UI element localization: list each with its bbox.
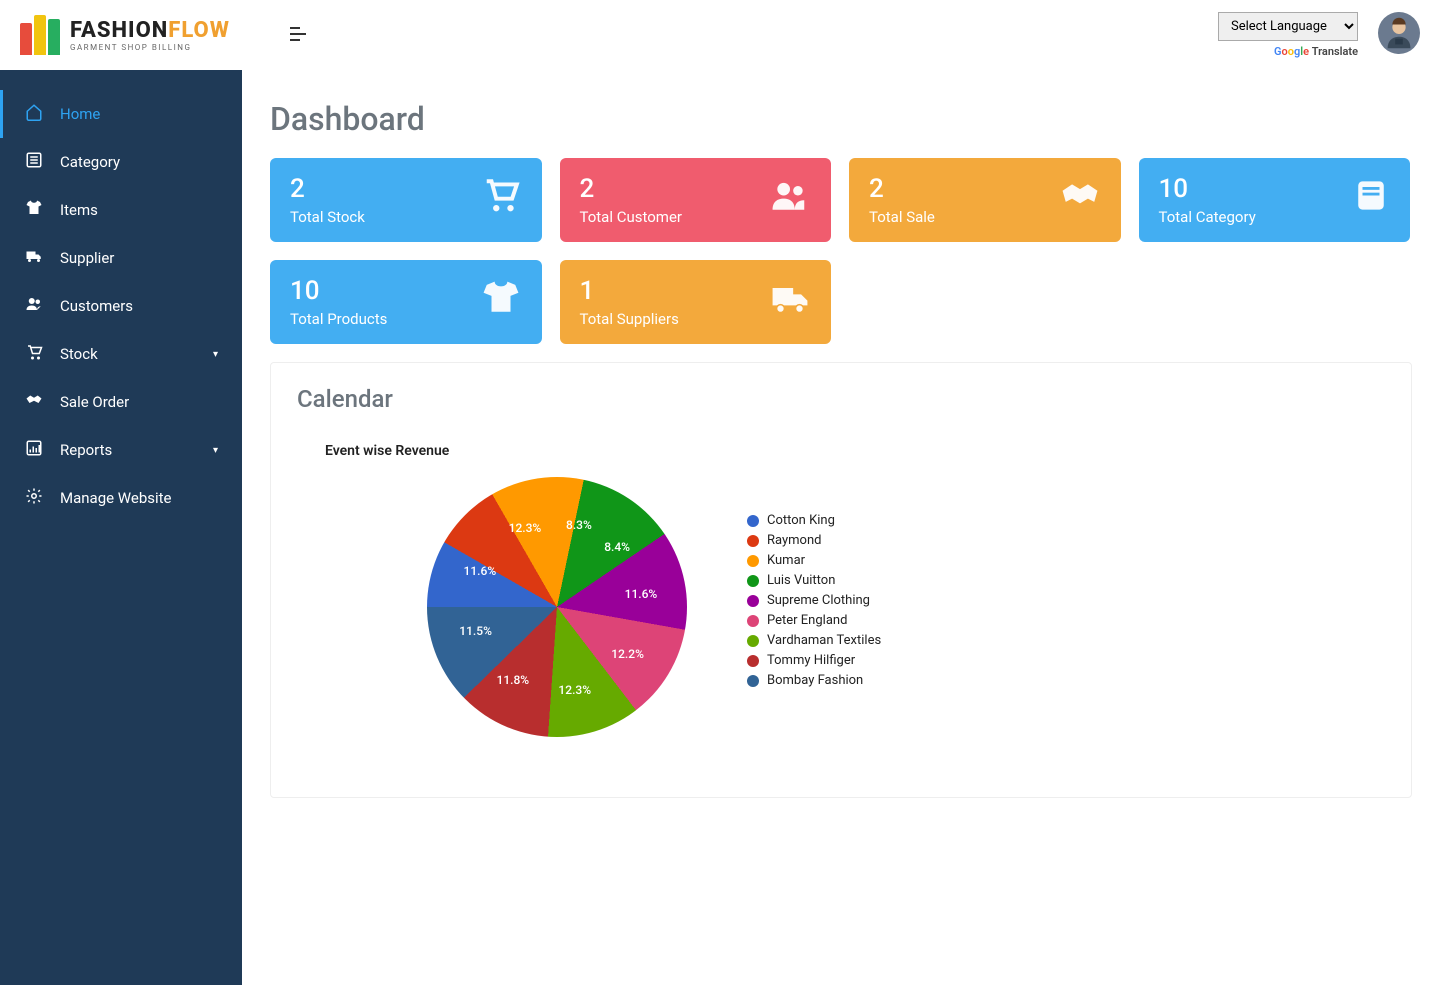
legend-dot-icon [747, 515, 759, 527]
logo-tagline: GARMENT SHOP BILLING [70, 43, 230, 52]
stat-cards: 2Total Stock2Total Customer2Total Sale10… [270, 158, 1412, 344]
pie-slice-label: 11.6% [625, 587, 658, 601]
sidebar-item-reports[interactable]: Reports ▾ [0, 426, 242, 474]
stat-card-total-category[interactable]: 10Total Category [1139, 158, 1411, 242]
logo[interactable]: FASHIONFLOW GARMENT SHOP BILLING [20, 15, 230, 55]
pie-slice-label: 12.2% [611, 647, 644, 661]
pie-slice-label: 11.8% [496, 673, 529, 687]
sidebar-item-label: Supplier [60, 249, 114, 267]
sidebar-item-manage-website[interactable]: Manage Website [0, 474, 242, 522]
tshirt-icon [482, 279, 520, 326]
sidebar-item-label: Customers [60, 297, 133, 315]
google-translate-link[interactable]: Google Translate [1218, 45, 1358, 58]
stat-card-total-customer[interactable]: 2Total Customer [560, 158, 832, 242]
users-icon [24, 295, 44, 317]
legend-item[interactable]: Bombay Fashion [747, 673, 881, 688]
legend-label: Kumar [767, 553, 805, 568]
logo-bars-icon [20, 15, 60, 55]
pie-slice-label: 11.5% [459, 624, 492, 638]
sidebar-item-label: Reports [60, 441, 112, 459]
main-content: Dashboard 2Total Stock2Total Customer2To… [242, 70, 1440, 985]
language-select[interactable]: Select Language [1218, 12, 1358, 41]
handshake-icon [24, 391, 44, 413]
legend-item[interactable]: Raymond [747, 533, 881, 548]
cart-icon [24, 343, 44, 365]
sidebar-item-label: Sale Order [60, 393, 129, 411]
stat-card-total-suppliers[interactable]: 1Total Suppliers [560, 260, 832, 344]
chart-title: Event wise Revenue [325, 443, 1385, 459]
chart-legend: Cotton King Raymond Kumar Luis Vuitton Supre… [747, 513, 881, 693]
legend-dot-icon [747, 555, 759, 567]
legend-dot-icon [747, 655, 759, 667]
legend-dot-icon [747, 635, 759, 647]
stat-card-total-stock[interactable]: 2Total Stock [270, 158, 542, 242]
book-icon [1354, 179, 1388, 222]
legend-label: Vardhaman Textiles [767, 633, 881, 648]
pie-slice-label: 8.3% [566, 518, 592, 532]
sidebar-item-sale-order[interactable]: Sale Order [0, 378, 242, 426]
truck-icon [24, 247, 44, 269]
legend-label: Supreme Clothing [767, 593, 870, 608]
menu-toggle-icon[interactable] [290, 25, 306, 46]
cart-icon [482, 177, 520, 224]
pie-slice-label: 11.6% [464, 564, 497, 578]
sidebar-item-category[interactable]: Category [0, 138, 242, 186]
legend-item[interactable]: Vardhaman Textiles [747, 633, 881, 648]
logo-text-main: FASHION [70, 18, 168, 43]
legend-item[interactable]: Peter England [747, 613, 881, 628]
calendar-panel: Calendar Event wise Revenue 8.3% 8.4% 11.6… [270, 362, 1412, 798]
legend-item[interactable]: Kumar [747, 553, 881, 568]
legend-item[interactable]: Tommy Hilfiger [747, 653, 881, 668]
users-icon [771, 177, 809, 224]
logo-text-accent: FLOW [168, 18, 230, 43]
chart-icon [24, 439, 44, 461]
handshake-icon [1061, 177, 1099, 224]
pie-slice-label: 12.3% [558, 683, 591, 697]
sidebar-item-items[interactable]: Items [0, 186, 242, 234]
legend-item[interactable]: Supreme Clothing [747, 593, 881, 608]
stat-card-total-sale[interactable]: 2Total Sale [849, 158, 1121, 242]
panel-title: Calendar [297, 385, 1385, 413]
sidebar: Home Category Items Supplier Customers Stock ▾… [0, 70, 242, 985]
pie-slice-label: 12.3% [509, 521, 542, 535]
legend-item[interactable]: Cotton King [747, 513, 881, 528]
sidebar-item-label: Home [60, 105, 100, 123]
user-avatar[interactable] [1378, 12, 1420, 54]
legend-dot-icon [747, 675, 759, 687]
truck-icon [771, 279, 809, 326]
legend-label: Bombay Fashion [767, 673, 863, 688]
legend-label: Luis Vuitton [767, 573, 835, 588]
list-icon [24, 151, 44, 173]
sidebar-item-supplier[interactable]: Supplier [0, 234, 242, 282]
legend-label: Cotton King [767, 513, 835, 528]
chevron-down-icon: ▾ [213, 349, 218, 360]
home-icon [24, 103, 44, 125]
tshirt-icon [24, 199, 44, 221]
sidebar-item-label: Manage Website [60, 489, 172, 507]
topbar: FASHIONFLOW GARMENT SHOP BILLING Select … [0, 0, 1440, 70]
legend-dot-icon [747, 615, 759, 627]
legend-dot-icon [747, 575, 759, 587]
sidebar-item-stock[interactable]: Stock ▾ [0, 330, 242, 378]
legend-label: Tommy Hilfiger [767, 653, 855, 668]
gear-icon [24, 487, 44, 509]
chevron-down-icon: ▾ [213, 445, 218, 456]
legend-dot-icon [747, 535, 759, 547]
sidebar-item-home[interactable]: Home [0, 90, 242, 138]
sidebar-item-label: Category [60, 153, 120, 171]
sidebar-item-customers[interactable]: Customers [0, 282, 242, 330]
pie-slice-label: 8.4% [604, 540, 630, 554]
legend-item[interactable]: Luis Vuitton [747, 573, 881, 588]
pie-chart: 8.3% 8.4% 11.6% 12.2% 12.3% 11.8% 11.5% 11.6% 12… [417, 477, 1385, 737]
stat-card-total-products[interactable]: 10Total Products [270, 260, 542, 344]
legend-label: Peter England [767, 613, 847, 628]
page-title: Dashboard [270, 100, 1412, 138]
sidebar-item-label: Items [60, 201, 98, 219]
legend-label: Raymond [767, 533, 821, 548]
sidebar-item-label: Stock [60, 345, 98, 363]
legend-dot-icon [747, 595, 759, 607]
